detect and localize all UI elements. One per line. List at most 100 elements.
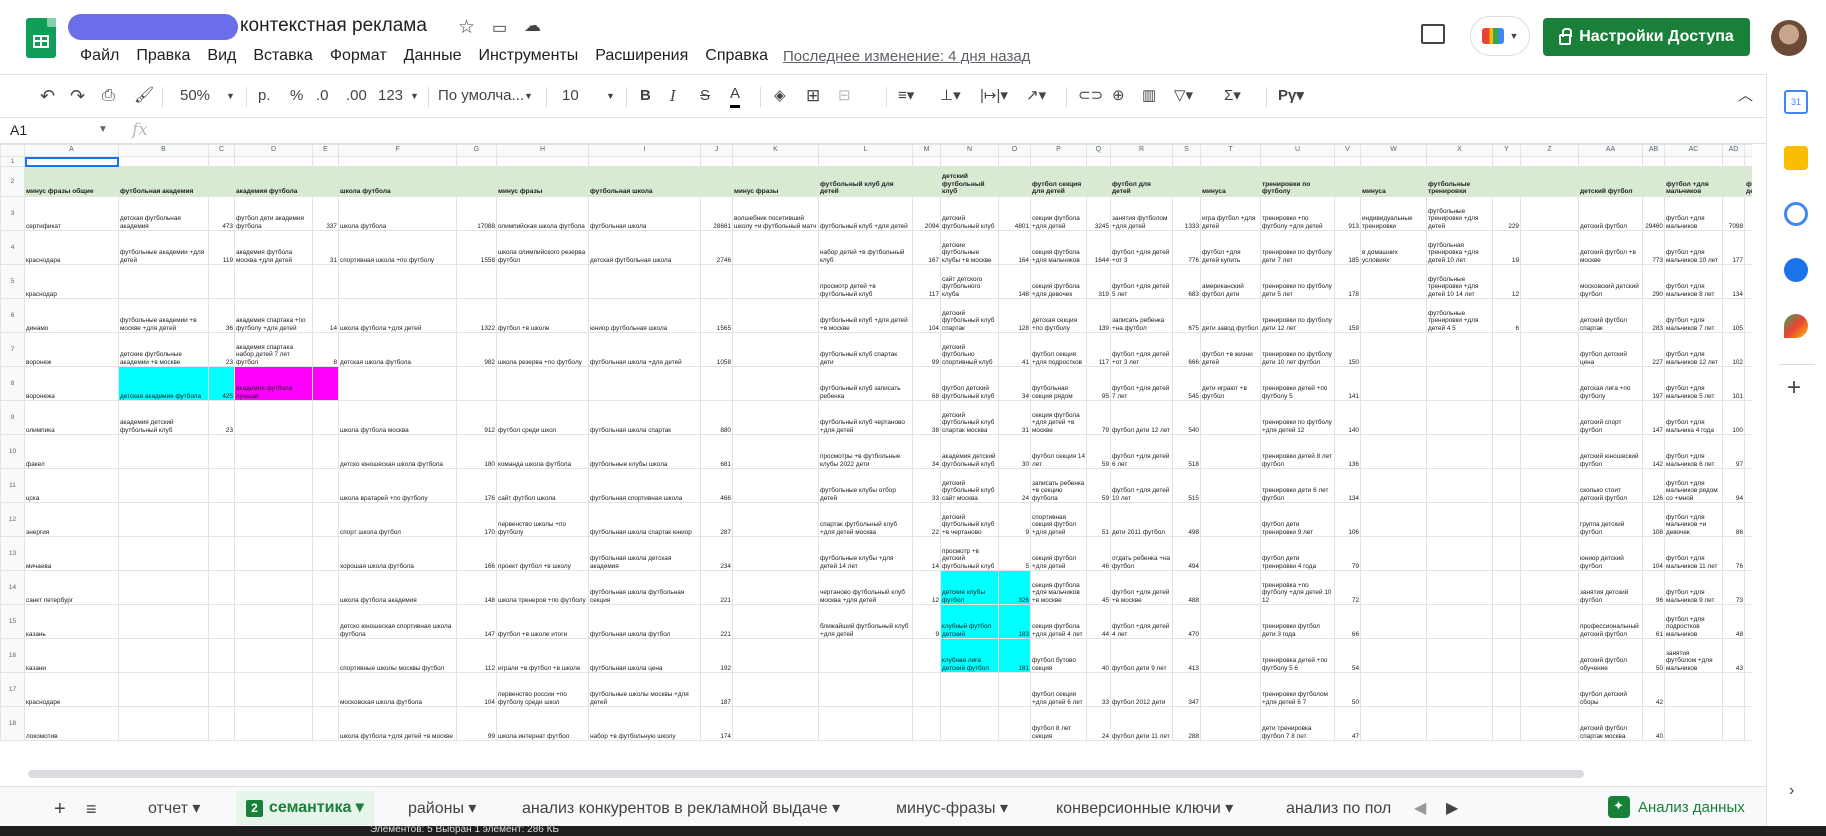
cell[interactable] [1744,196,1752,231]
sheets-logo-icon[interactable] [26,18,56,58]
cell[interactable]: клубная лига детский футбол [940,638,999,673]
menu-view[interactable]: Вид [207,47,236,65]
cell[interactable] [234,672,313,707]
cell[interactable] [208,638,235,673]
cell[interactable] [234,434,313,469]
cell[interactable]: юниор детский футбол [1578,536,1643,571]
cell[interactable]: футбольная секция рядом [1030,366,1087,401]
row-header[interactable]: 7 [0,332,25,367]
cell[interactable]: 94 [1722,468,1745,503]
cell[interactable] [118,156,209,167]
cell[interactable]: детская лига +по футболу [1578,366,1643,401]
cell[interactable]: 73 [1722,570,1745,605]
cell[interactable] [700,166,733,197]
cell[interactable] [234,570,313,605]
cell[interactable]: 72 [1334,570,1361,605]
collapse-icon[interactable]: ︿ [1738,84,1753,108]
cell[interactable]: 112 [456,638,497,673]
cell[interactable]: футбол для девочек [1744,166,1752,197]
cell[interactable]: школа футбола +для детей +в москве [338,706,457,741]
cell[interactable]: тренировки футболом +для детей 6 7 [1260,672,1335,707]
cell[interactable] [1360,570,1427,605]
horizontal-scrollbar[interactable] [28,770,1584,778]
cell[interactable]: футбол секция +для подростков [1030,332,1087,367]
cell[interactable] [1360,400,1427,435]
cell[interactable] [118,706,209,741]
cell[interactable] [1722,156,1745,167]
cell[interactable]: минус фразы общие [24,166,119,197]
column-header[interactable]: L [818,144,913,157]
cell[interactable]: футбольная школа [588,166,701,197]
cell[interactable]: футбольный клуб +для детей +в москве [818,298,913,333]
decrease-decimal-button[interactable]: .0 [316,84,329,108]
cell[interactable] [1086,156,1111,167]
column-header[interactable]: AD [1722,144,1745,157]
cell[interactable] [1426,604,1493,639]
column-header[interactable]: J [700,144,733,157]
cell[interactable]: футбольный клуб для детей [818,166,913,197]
cell[interactable]: 150 [1334,332,1361,367]
cell[interactable]: 48 [1722,604,1745,639]
cell[interactable]: футбол дети академия футбола [234,196,313,231]
cell[interactable] [1110,156,1173,167]
cell[interactable]: детский футбол обучение [1578,638,1643,673]
column-header[interactable]: H [496,144,589,157]
cell[interactable]: клубный футбол детский [940,604,999,639]
cell[interactable]: 105 [1722,298,1745,333]
cell[interactable] [912,706,941,741]
cell[interactable]: детский юношеский футбол [1578,434,1643,469]
cell[interactable]: 518 [1172,434,1201,469]
cell[interactable]: 23 [208,400,235,435]
cell[interactable]: академия футбола [234,166,313,197]
cell[interactable] [1492,638,1521,673]
cell[interactable]: 22 [912,502,941,537]
cell[interactable]: секции футбола +для детей [1030,196,1087,231]
cell[interactable] [912,166,941,197]
cell[interactable]: футбол детский цена [1578,332,1643,367]
cell[interactable] [118,434,209,469]
cell[interactable]: детская школа футбола [338,332,457,367]
row-header[interactable]: 3 [0,196,25,231]
cell[interactable] [1642,166,1665,197]
cell[interactable]: 97 [1722,434,1745,469]
cell[interactable]: краснодаре [24,672,119,707]
cell[interactable] [1492,706,1521,741]
cell[interactable]: академия футбола лучшая [234,366,313,401]
cell[interactable]: 148 [456,570,497,605]
cell[interactable]: детские клубы футбол [940,570,999,605]
cell[interactable] [312,366,339,401]
cell[interactable]: школа футбола +для детей [338,298,457,333]
row-header[interactable]: 2 [0,166,25,197]
cell[interactable]: футбол дети 11 лет [1110,706,1173,741]
filter-icon[interactable]: ▽▾ [1174,84,1193,108]
cell[interactable]: энергия [24,502,119,537]
cell[interactable]: 40 [1086,638,1111,673]
cell[interactable] [1722,706,1745,741]
cell[interactable]: 488 [1172,570,1201,605]
tab-analysis-by[interactable]: анализ по пол [1286,796,1396,822]
cell[interactable] [732,434,819,469]
cell[interactable]: футбольный клуб +для детей [818,196,913,231]
cell[interactable] [1722,166,1745,197]
cell[interactable]: футбол +для мальчика 4 года [1664,400,1723,435]
cell[interactable] [1520,434,1579,469]
cell[interactable]: 104 [456,672,497,707]
column-header[interactable]: Y [1492,144,1521,157]
cell[interactable] [208,468,235,503]
cell[interactable]: футбол дети 12 лет [1110,400,1173,435]
cell[interactable]: минус фразы [732,166,819,197]
cell[interactable]: 470 [1172,604,1201,639]
cell[interactable] [1744,366,1752,401]
keep-icon[interactable] [1784,146,1808,170]
cell[interactable]: 101 [1722,366,1745,401]
cell[interactable]: детская секция +по футболу [1030,298,1087,333]
cell[interactable]: санкт петербург [24,570,119,605]
cell[interactable]: спартак футбольный клуб +для детей москв… [818,502,913,537]
row-header[interactable]: 13 [0,536,25,571]
cell[interactable] [208,264,235,299]
cell[interactable] [1426,502,1493,537]
cell[interactable]: футбол +для детей 6 лет [1110,434,1173,469]
cell[interactable]: первенство школы +по футболу [496,502,589,537]
cell[interactable] [912,638,941,673]
column-header[interactable]: R [1110,144,1173,157]
